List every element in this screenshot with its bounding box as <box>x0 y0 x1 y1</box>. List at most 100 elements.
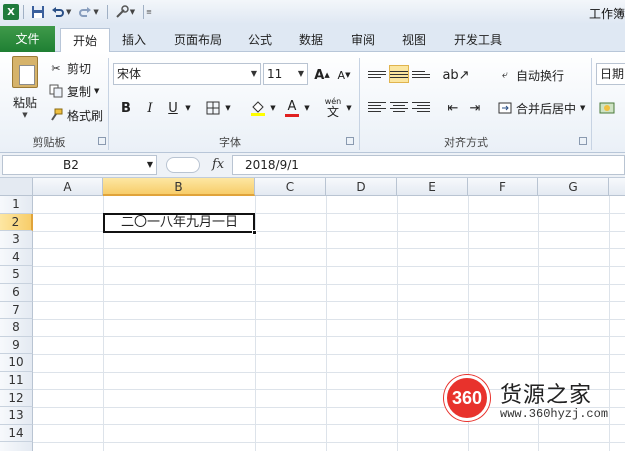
format-painter-button[interactable]: 格式刷 <box>48 106 103 124</box>
row-header[interactable]: 2 <box>0 213 33 232</box>
phonetic-dropdown-icon[interactable]: ▼ <box>344 97 354 119</box>
fill-handle[interactable] <box>252 230 257 235</box>
row-header[interactable]: 5 <box>0 266 33 284</box>
italic-button[interactable]: I <box>140 97 160 119</box>
tab-insert[interactable]: 插入 <box>113 28 155 52</box>
underline-button[interactable]: U <box>163 97 183 119</box>
row-header[interactable]: 8 <box>0 319 33 337</box>
underline-label: U <box>168 100 178 116</box>
row-header[interactable]: 6 <box>0 284 33 302</box>
font-launcher-icon[interactable] <box>346 137 354 145</box>
qat-more-icon[interactable]: ≡ <box>146 8 152 16</box>
orientation-button[interactable]: ab↗ <box>442 64 469 86</box>
undo-dropdown-icon[interactable]: ▼ <box>66 8 71 16</box>
copy-button[interactable]: 复制 ▼ <box>48 82 99 100</box>
redo-icon[interactable] <box>77 4 93 20</box>
active-cell-b2[interactable]: 二〇一八年九月一日 <box>103 213 257 235</box>
gridline <box>103 196 104 451</box>
select-all-corner[interactable] <box>0 178 33 196</box>
alignment-launcher-icon[interactable] <box>579 137 587 145</box>
tab-formulas[interactable]: 公式 <box>240 28 280 52</box>
column-header-next[interactable] <box>609 178 625 196</box>
column-header-g[interactable]: G <box>538 178 609 196</box>
excel-logo-icon[interactable]: X <box>3 4 19 20</box>
font-color-button[interactable]: A <box>282 97 302 119</box>
insert-function-icon[interactable]: fx <box>212 157 224 172</box>
borders-dropdown-icon[interactable]: ▼ <box>223 97 233 119</box>
tab-view[interactable]: 视图 <box>394 28 434 52</box>
row-header[interactable]: 10 <box>0 354 33 372</box>
font-name-select[interactable]: 宋体 ▼ <box>113 63 261 85</box>
customize-tools-icon[interactable] <box>114 4 130 20</box>
phonetic-button[interactable]: wén 文 <box>322 97 344 119</box>
redo-dropdown-icon[interactable]: ▼ <box>93 8 98 16</box>
tab-data[interactable]: 数据 <box>290 28 332 52</box>
row-header[interactable]: 1 <box>0 196 33 214</box>
copy-label: 复制 <box>67 84 92 99</box>
fill-color-button[interactable] <box>248 97 268 119</box>
name-box[interactable]: B2 ▼ <box>2 155 157 175</box>
row-header[interactable] <box>0 442 33 451</box>
font-name-value: 宋体 <box>117 67 142 81</box>
shrink-font-button[interactable]: A ▼ <box>335 64 353 86</box>
underline-dropdown-icon[interactable]: ▼ <box>183 97 193 119</box>
bold-button[interactable]: B <box>116 97 136 119</box>
row-header[interactable]: 4 <box>0 248 33 267</box>
row-header[interactable]: 13 <box>0 407 33 425</box>
row-header[interactable]: 11 <box>0 372 33 390</box>
align-bottom-icon[interactable] <box>412 66 430 82</box>
align-top-icon[interactable] <box>368 66 386 82</box>
row-header[interactable]: 12 <box>0 389 33 408</box>
formula-bar-expander[interactable] <box>166 157 200 173</box>
group-divider <box>108 58 109 150</box>
align-right-icon[interactable] <box>412 99 430 115</box>
qat-divider <box>23 5 24 19</box>
wrap-text-button[interactable]: ⤶ 自动换行 <box>497 66 564 84</box>
row-header[interactable]: 3 <box>0 231 33 249</box>
row-header[interactable]: 9 <box>0 336 33 355</box>
row-header[interactable]: 14 <box>0 424 33 443</box>
align-middle-icon[interactable] <box>389 65 409 83</box>
fill-color-dropdown-icon[interactable]: ▼ <box>268 97 278 119</box>
tab-home[interactable]: 开始 <box>60 28 110 53</box>
italic-label: I <box>147 100 153 116</box>
font-color-icon: A <box>287 98 297 114</box>
column-header-e[interactable]: E <box>397 178 468 196</box>
name-box-value: B2 <box>63 158 79 172</box>
format-painter-label: 格式刷 <box>67 108 104 123</box>
tab-page-layout[interactable]: 页面布局 <box>164 28 232 52</box>
watermark-url: www.360hyzj.com <box>500 407 609 421</box>
column-header-d[interactable]: D <box>326 178 397 196</box>
align-left-icon[interactable] <box>368 99 386 115</box>
accounting-format-button[interactable] <box>598 97 616 119</box>
quick-access-toolbar: X ▼ ▼ ▼ ≡ 工作簿 <box>0 0 625 24</box>
row-header[interactable]: 7 <box>0 301 33 320</box>
borders-button[interactable] <box>203 97 223 119</box>
grow-font-button[interactable]: A ▲ <box>313 64 331 86</box>
copy-dropdown-icon[interactable]: ▼ <box>94 87 99 95</box>
decrease-indent-button[interactable]: ⇤ <box>444 97 462 119</box>
tab-review[interactable]: 审阅 <box>342 28 384 52</box>
undo-icon[interactable] <box>50 4 66 20</box>
increase-indent-button[interactable]: ⇥ <box>466 97 484 119</box>
column-header-b[interactable]: B <box>103 178 255 196</box>
tab-file[interactable]: 文件 <box>0 26 55 52</box>
paste-button[interactable]: 粘贴 ▼ <box>6 56 44 119</box>
window-title: 工作簿 <box>588 7 625 21</box>
align-center-icon[interactable] <box>390 99 408 115</box>
column-header-f[interactable]: F <box>468 178 538 196</box>
tab-developer[interactable]: 开发工具 <box>446 28 510 52</box>
qat-customize-dropdown-icon[interactable]: ▼ <box>130 8 135 16</box>
font-color-dropdown-icon[interactable]: ▼ <box>302 97 312 119</box>
save-icon[interactable] <box>30 4 46 20</box>
wrap-text-label: 自动换行 <box>516 68 565 83</box>
cut-button[interactable]: ✂ 剪切 <box>48 59 91 77</box>
merge-dropdown-icon[interactable]: ▼ <box>580 104 585 112</box>
merge-center-button[interactable]: 合并后居中 ▼ <box>497 99 585 117</box>
number-format-select[interactable]: 日期 <box>596 63 625 85</box>
font-size-select[interactable]: 11 ▼ <box>263 63 308 85</box>
formula-input[interactable]: 2018/9/1 <box>232 155 625 175</box>
clipboard-launcher-icon[interactable] <box>98 137 106 145</box>
column-header-a[interactable]: A <box>33 178 103 196</box>
column-header-c[interactable]: C <box>255 178 326 196</box>
